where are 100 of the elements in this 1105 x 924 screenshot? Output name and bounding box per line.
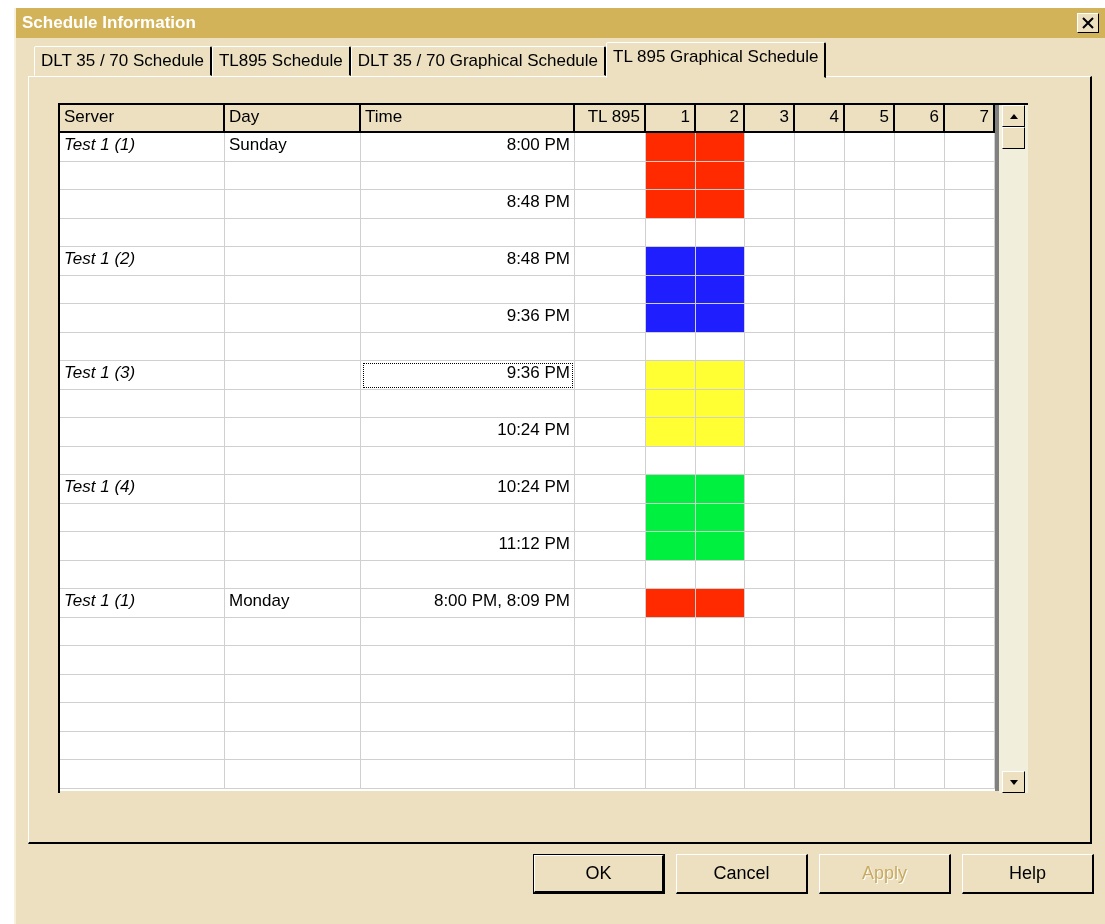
table-cell (945, 731, 995, 760)
window-title: Schedule Information (22, 13, 196, 33)
table-cell (646, 646, 696, 675)
table-cell (745, 731, 795, 760)
table-cell (795, 617, 845, 646)
table-cell (895, 731, 945, 760)
table-cell (845, 674, 895, 703)
table-cell (895, 674, 945, 703)
table-cell (795, 703, 845, 732)
table-cell (575, 560, 646, 589)
table-cell: Sunday (225, 133, 361, 162)
column-header[interactable]: 5 (845, 105, 895, 133)
column-header[interactable]: 7 (945, 105, 995, 133)
table-cell (895, 646, 945, 675)
table-cell (945, 446, 995, 475)
table-cell (745, 703, 795, 732)
table-cell: Test 1 (1) (60, 133, 225, 162)
table-cell: 9:36 PM (361, 361, 575, 390)
table-cell (745, 674, 795, 703)
dialog-button[interactable]: Cancel (676, 854, 808, 894)
table-cell (696, 703, 745, 732)
dialog-button[interactable]: Help (962, 854, 1094, 894)
table-cell (696, 760, 745, 789)
table-cell: Test 1 (3) (60, 361, 225, 390)
column-header[interactable]: Time (361, 105, 575, 133)
tab[interactable]: TL895 Schedule (211, 46, 351, 76)
table-cell (945, 674, 995, 703)
close-icon (1081, 17, 1095, 29)
scroll-thumb[interactable] (1002, 127, 1025, 149)
tab[interactable]: TL 895 Graphical Schedule (606, 42, 827, 78)
column-header[interactable]: 3 (745, 105, 795, 133)
table-cell: 11:12 PM (361, 532, 575, 561)
table-cell (575, 218, 646, 247)
table-cell (945, 560, 995, 589)
table-cell (845, 560, 895, 589)
table-cell (845, 731, 895, 760)
table-cell (575, 446, 646, 475)
column-header[interactable]: 6 (895, 105, 945, 133)
table-cell (646, 617, 696, 646)
table-cell (745, 332, 795, 361)
table-cell (646, 760, 696, 789)
table-cell (795, 560, 845, 589)
table-cell (845, 332, 895, 361)
table-cell (945, 218, 995, 247)
scrollbar[interactable] (999, 105, 1028, 793)
dialog-button[interactable]: OK (533, 854, 665, 894)
table-cell (845, 703, 895, 732)
table-cell (646, 703, 696, 732)
table-cell (646, 731, 696, 760)
column-header[interactable]: TL 895 (575, 105, 646, 133)
column-header[interactable]: Server (60, 105, 225, 133)
table-cell (945, 617, 995, 646)
table-cell (575, 731, 646, 760)
close-button[interactable] (1077, 13, 1099, 33)
table-cell (795, 731, 845, 760)
table-cell (845, 446, 895, 475)
tab[interactable]: DLT 35 / 70 Schedule (34, 46, 212, 76)
table-cell (575, 646, 646, 675)
table-cell (895, 560, 945, 589)
table-cell (945, 646, 995, 675)
column-header[interactable]: 4 (795, 105, 845, 133)
table-cell (745, 646, 795, 675)
table-cell (646, 674, 696, 703)
table-cell (795, 218, 845, 247)
table-cell (945, 760, 995, 789)
table-cell (945, 703, 995, 732)
table-cell (895, 218, 945, 247)
table-cell: 10:24 PM (361, 475, 575, 504)
table-cell (745, 760, 795, 789)
table-cell (795, 760, 845, 789)
table-cell (895, 703, 945, 732)
table-cell (696, 617, 745, 646)
table-cell (696, 674, 745, 703)
table-cell (945, 332, 995, 361)
table-cell (745, 218, 795, 247)
table-cell (845, 617, 895, 646)
table-cell (745, 446, 795, 475)
table-cell (696, 646, 745, 675)
table-cell: Test 1 (2) (60, 247, 225, 276)
scroll-down-button[interactable] (1002, 771, 1025, 793)
table-cell: 8:00 PM (361, 133, 575, 162)
up-arrow-icon (1009, 113, 1018, 119)
table-cell (895, 760, 945, 789)
table-cell (845, 646, 895, 675)
tab[interactable]: DLT 35 / 70 Graphical Schedule (350, 46, 607, 76)
table-cell: Test 1 (4) (60, 475, 225, 504)
scroll-up-button[interactable] (1002, 105, 1025, 127)
column-header[interactable]: Day (225, 105, 361, 133)
table-cell: 8:48 PM (361, 247, 575, 276)
table-cell (575, 617, 646, 646)
table-cell (795, 446, 845, 475)
table-cell (795, 674, 845, 703)
table-cell: 8:00 PM, 8:09 PM (361, 589, 575, 618)
table-cell (575, 332, 646, 361)
table-cell: Monday (225, 589, 361, 618)
table-cell: 10:24 PM (361, 418, 575, 447)
table-cell (575, 703, 646, 732)
table-cell (845, 218, 895, 247)
table-cell (575, 674, 646, 703)
table-cell: 8:48 PM (361, 190, 575, 219)
